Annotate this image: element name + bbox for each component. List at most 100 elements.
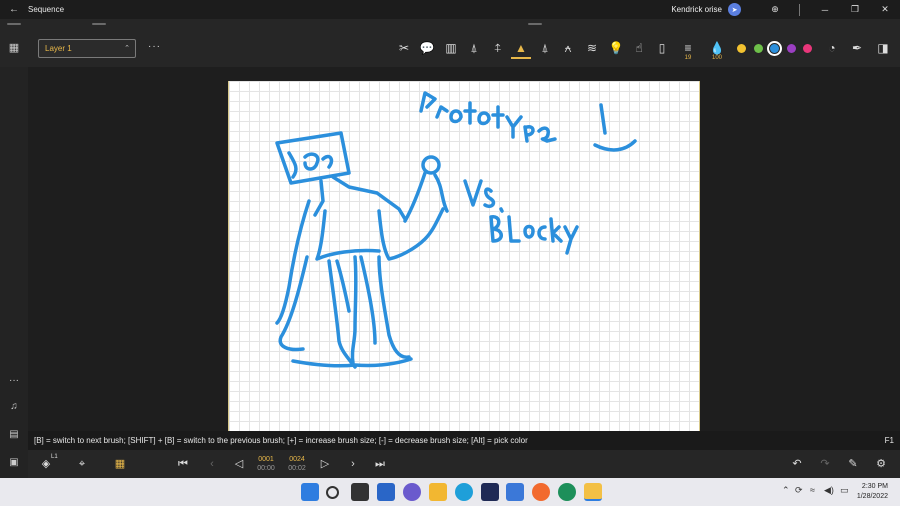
brush-size-value: 19: [684, 55, 692, 61]
color-swatch[interactable]: [767, 41, 782, 56]
tray-chevron-up-icon[interactable]: ⌃: [782, 485, 790, 496]
back-arrow-icon[interactable]: ←: [0, 4, 28, 15]
windows-taskbar: ⌃ ⟳ ≈ ◀) ▭ 2:30 PM 1/28/2022: [0, 478, 900, 506]
left-rail: ··· ♫ ▤ ▣: [0, 67, 28, 478]
grip-handle-tools[interactable]: [528, 23, 542, 25]
chat-icon[interactable]: [403, 483, 421, 501]
current-frame-display: 0001 00:00: [254, 455, 278, 473]
prev-frame-icon[interactable]: ‹: [203, 457, 221, 471]
total-frame-display: 0024 00:02: [285, 455, 309, 473]
sketch-head-box: [275, 131, 351, 185]
color-swatch[interactable]: [737, 44, 746, 53]
sketch-small-head: [421, 155, 441, 175]
current-frame-number: 0001: [258, 456, 274, 463]
clock-time: 2:30 PM: [861, 483, 888, 490]
eyedropper-icon[interactable]: ✒: [847, 37, 867, 59]
total-frame-number: 0024: [289, 456, 305, 463]
bucket-icon[interactable]: ▥: [441, 37, 461, 59]
settings-gear-icon[interactable]: ⚙: [872, 457, 890, 471]
titlebar-divider: [799, 3, 800, 16]
layer-dropdown[interactable]: Layer 1 ⌃: [38, 39, 136, 58]
step-back-icon[interactable]: ◁: [230, 457, 248, 471]
color-swatch[interactable]: [803, 44, 812, 53]
sketch-head-text: [287, 151, 334, 179]
total-time: 00:02: [288, 465, 306, 472]
edge-browser-icon[interactable]: [455, 483, 473, 501]
title-bar: ← Sequence Kendrick orise ➤ ⊕ ─ ❐ ✕: [0, 0, 900, 19]
color-swatch[interactable]: [787, 44, 796, 53]
widgets-icon[interactable]: [377, 483, 395, 501]
sync-icon[interactable]: ⟳: [795, 485, 803, 496]
redo-icon[interactable]: ↷: [816, 457, 834, 471]
sketch-prototype-word: [419, 91, 557, 143]
globe-icon[interactable]: ⊕: [761, 4, 789, 15]
layers-panel-icon[interactable]: ◨: [873, 37, 893, 59]
layer-indicator: L1: [51, 454, 58, 460]
user-name[interactable]: Kendrick orise: [671, 5, 722, 14]
main-toolbar: ▦ Layer 1 ⌃ ··· ✂ 💬 ▥ ⍋ ⍏ ▲ ⍋ ⍲ ≋ 💡 ☝ ▯ …: [0, 29, 900, 67]
last-frame-icon[interactable]: ⏭: [371, 457, 389, 471]
save-icon[interactable]: ▣: [0, 457, 28, 468]
store-icon[interactable]: [506, 483, 524, 501]
system-clock[interactable]: 2:30 PM 1/28/2022: [857, 482, 888, 502]
search-icon[interactable]: [326, 486, 339, 499]
scissors-icon[interactable]: ✂: [394, 37, 414, 59]
smudge-icon[interactable]: ☝: [629, 37, 649, 59]
brush-size-control[interactable]: ≡ 19: [678, 37, 698, 61]
opacity-control[interactable]: 💧 100: [706, 37, 728, 61]
more-options-icon[interactable]: ···: [148, 41, 161, 52]
chevron-updown-icon: ⌃: [124, 45, 130, 52]
light-bulb-icon[interactable]: 💡: [606, 37, 626, 59]
pen-nib-icon[interactable]: ⍋: [464, 37, 484, 59]
sketch-arm: [377, 207, 445, 261]
help-key-label[interactable]: F1: [885, 431, 894, 450]
current-time: 00:00: [257, 465, 275, 472]
frame-grid-icon[interactable]: ▦: [111, 457, 129, 471]
close-icon[interactable]: ✕: [870, 4, 900, 15]
more-tools-icon[interactable]: ···: [0, 375, 28, 386]
sketch-shoulder: [313, 175, 407, 221]
grip-handle-layers[interactable]: [92, 23, 106, 25]
fine-pen-icon[interactable]: ⍏: [488, 37, 508, 59]
play-icon[interactable]: ▷: [316, 457, 334, 471]
droplet-icon: 💧: [709, 41, 725, 55]
layer-dropdown-value: Layer 1: [45, 44, 72, 53]
grip-handle-left[interactable]: [7, 23, 21, 25]
color-swatch[interactable]: [754, 44, 763, 53]
marker-icon[interactable]: ▲: [511, 37, 531, 59]
color-wheel-icon[interactable]: ◔: [822, 37, 842, 59]
photoshop-icon[interactable]: [481, 483, 499, 501]
task-view-icon[interactable]: [351, 483, 369, 501]
pencil-icon[interactable]: ⍋: [535, 37, 555, 59]
minimize-icon[interactable]: ─: [810, 5, 840, 15]
undo-icon[interactable]: ↶: [788, 457, 806, 471]
shortcut-hint-bar: [B] = switch to next brush; [SHIFT] + [B…: [28, 431, 900, 450]
edge-dev-icon[interactable]: [558, 483, 576, 501]
file-explorer-icon[interactable]: [429, 483, 447, 501]
sketch-blocky-word: [489, 215, 579, 255]
next-frame-icon[interactable]: ›: [344, 457, 362, 471]
hatching-icon[interactable]: ≋: [582, 37, 602, 59]
sketch-drawing: [275, 91, 637, 369]
battery-icon[interactable]: ▭: [840, 485, 849, 496]
grid-view-icon[interactable]: ▦: [7, 41, 21, 55]
start-windows-icon[interactable]: [301, 483, 319, 501]
drawing-stage: [28, 67, 900, 431]
volume-icon[interactable]: ◀): [824, 485, 834, 496]
edit-pen-icon[interactable]: ✎: [844, 457, 862, 471]
drawing-canvas[interactable]: [228, 81, 700, 431]
brush-size-icon: ≡: [684, 41, 692, 55]
animation-app-icon[interactable]: [584, 483, 602, 501]
firefox-icon[interactable]: [532, 483, 550, 501]
music-note-icon[interactable]: ♫: [0, 401, 28, 412]
restore-icon[interactable]: ❐: [840, 4, 870, 15]
eraser-icon[interactable]: ▯: [652, 37, 672, 59]
wifi-icon[interactable]: ≈: [810, 485, 815, 495]
first-frame-icon[interactable]: ⏮: [174, 457, 192, 471]
calligraphy-icon[interactable]: ⍲: [558, 37, 578, 59]
speech-bubble-icon[interactable]: 💬: [417, 37, 437, 59]
clock-date: 1/28/2022: [856, 493, 888, 500]
image-import-icon[interactable]: ▤: [0, 429, 28, 440]
avatar[interactable]: ➤: [728, 3, 741, 16]
onion-skin-icon[interactable]: ⌖: [73, 457, 91, 471]
